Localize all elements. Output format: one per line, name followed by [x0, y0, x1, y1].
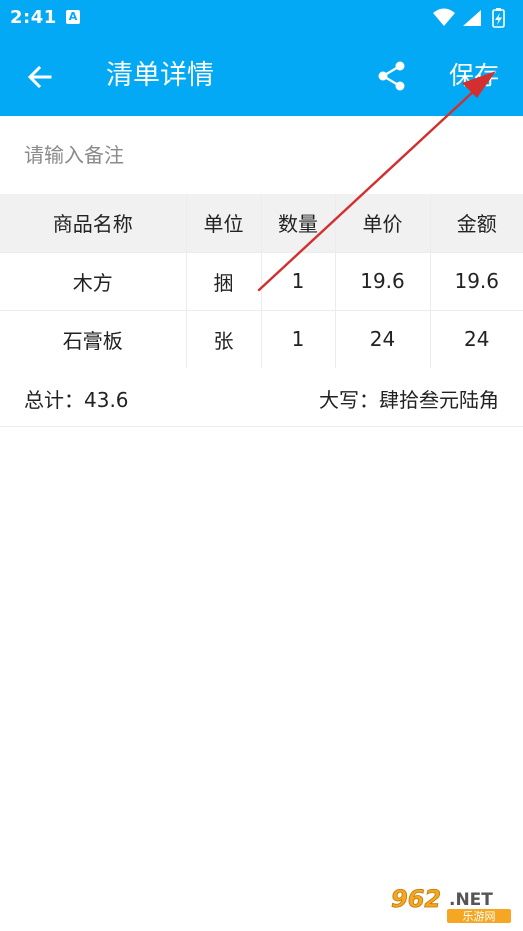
- status-time: 2:41: [10, 7, 57, 28]
- notification-icon: A: [66, 10, 80, 24]
- watermark-suffix: .NET: [449, 890, 493, 910]
- remark-row: [0, 116, 523, 194]
- header-amount: 金额: [430, 194, 523, 253]
- cell-product-name: 木方: [0, 252, 187, 311]
- watermark-subtitle: 乐游网: [463, 910, 496, 923]
- cell-amount: 19.6: [430, 252, 523, 311]
- status-icons: [433, 8, 505, 28]
- cell-unit: 张: [186, 310, 262, 369]
- cell-unit: 捆: [186, 252, 262, 311]
- table-row: 石膏板 张 1 24 24: [0, 310, 523, 369]
- wifi-icon: [433, 8, 455, 26]
- remark-input[interactable]: [24, 138, 494, 172]
- page-title: 清单详情: [106, 60, 214, 91]
- save-button[interactable]: 保存: [449, 57, 499, 95]
- uppercase-amount: 大写：肆拾叁元陆角: [319, 388, 499, 412]
- battery-icon: [492, 8, 505, 28]
- cell-unit-price: 24: [335, 310, 431, 369]
- status-bar: 2:41 A: [0, 0, 523, 37]
- items-table: 商品名称 单位 数量 单价 金额 木方 捆 1 19.6 19.6 石膏板 张 …: [0, 194, 523, 369]
- watermark-logo: 962 .NET 乐游网: [385, 882, 515, 924]
- cell-unit-price: 19.6: [335, 252, 431, 311]
- header-product-name: 商品名称: [0, 194, 187, 253]
- table-header-row: 商品名称 单位 数量 单价 金额: [0, 194, 523, 253]
- header-unit: 单位: [186, 194, 262, 253]
- watermark-logo-text: 962: [391, 885, 441, 913]
- back-arrow-icon[interactable]: [22, 59, 58, 95]
- summary-row: 总计：43.6 大写：肆拾叁元陆角: [0, 368, 523, 427]
- app-bar: 清单详情 保存: [0, 37, 523, 116]
- table-row: 木方 捆 1 19.6 19.6: [0, 252, 523, 311]
- header-unit-price: 单价: [335, 194, 431, 253]
- signal-icon: [463, 10, 481, 26]
- header-quantity: 数量: [261, 194, 336, 253]
- total-amount: 总计：43.6: [24, 388, 129, 412]
- cell-quantity: 1: [261, 310, 336, 369]
- cell-product-name: 石膏板: [0, 310, 187, 369]
- cell-amount: 24: [430, 310, 523, 369]
- share-icon[interactable]: [374, 58, 410, 94]
- cell-quantity: 1: [261, 252, 336, 311]
